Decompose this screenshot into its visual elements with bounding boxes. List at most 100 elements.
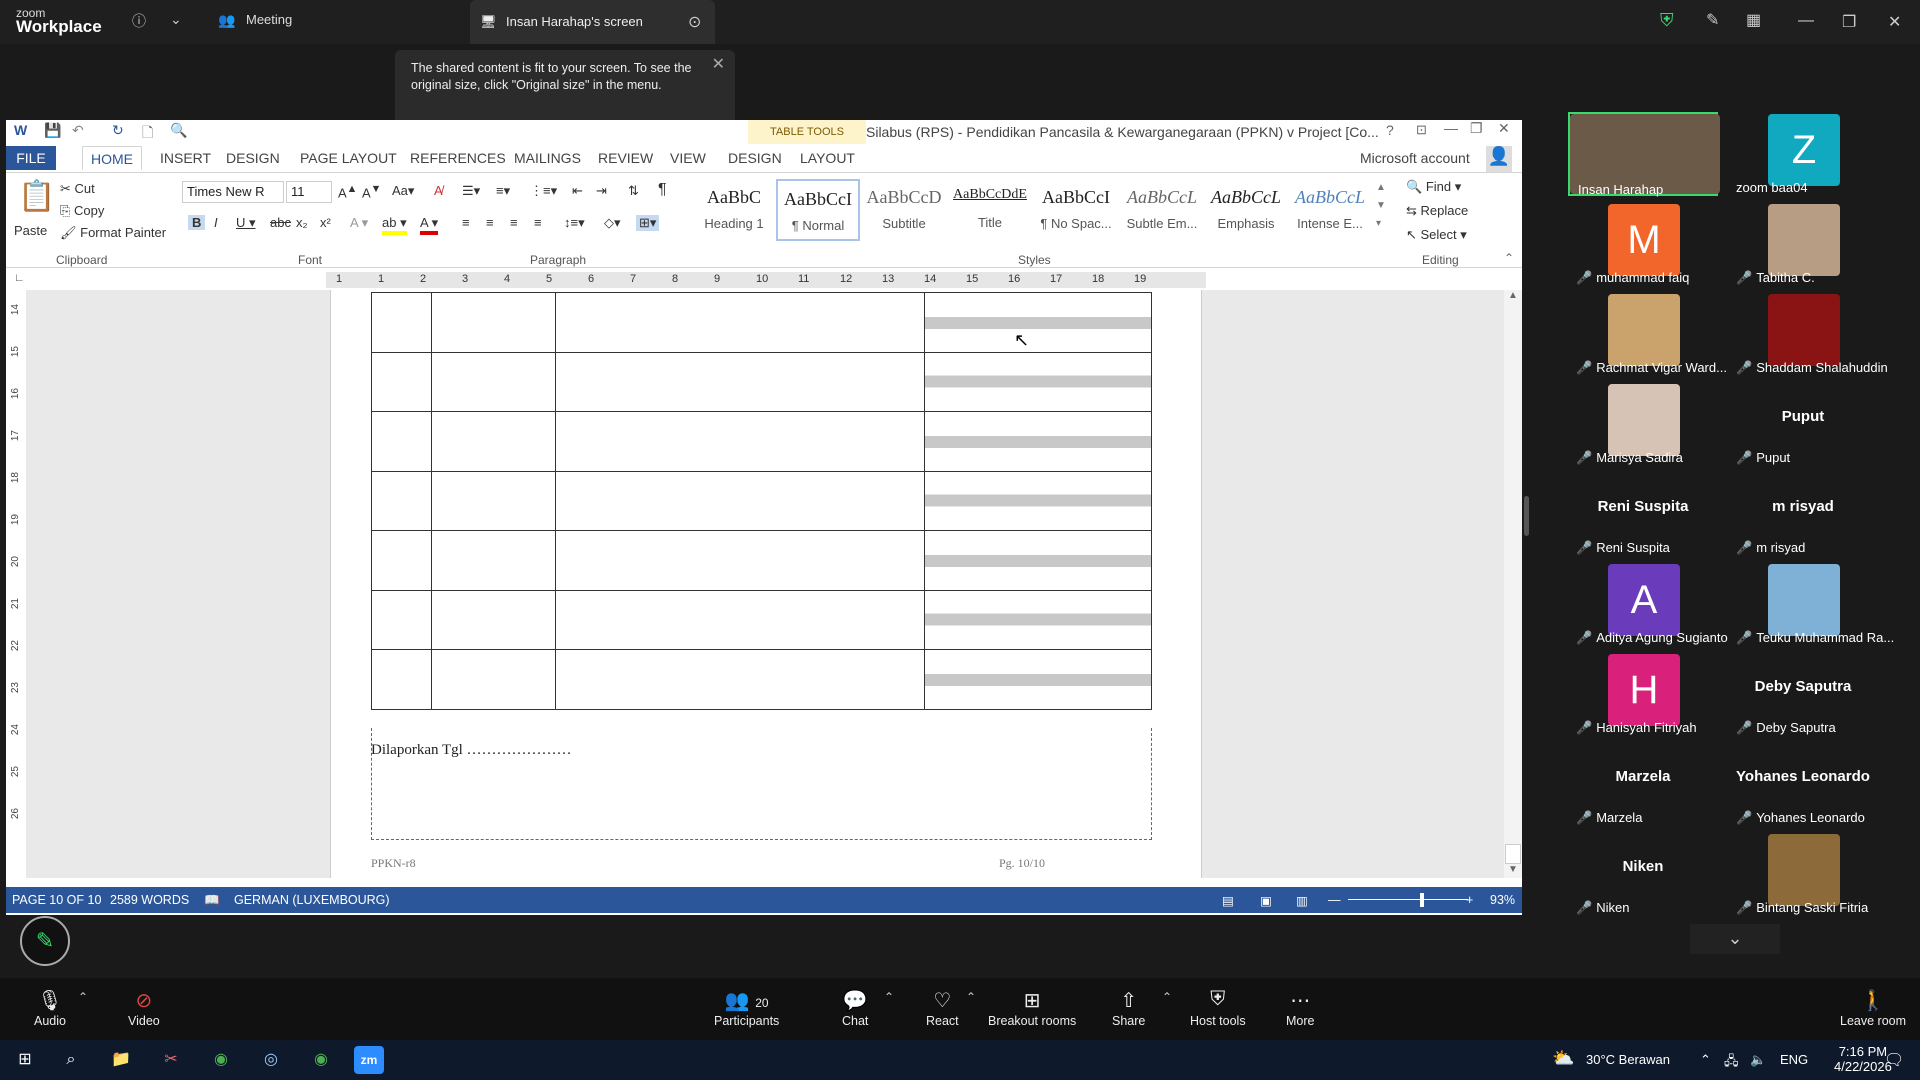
format-painter-button[interactable]: 🖌 Format Painter [60, 225, 166, 241]
volume-icon[interactable]: 🔈 [1750, 1052, 1766, 1068]
search-icon[interactable]: ⌕ [56, 1046, 86, 1074]
table-cell[interactable] [371, 649, 432, 710]
print-preview-icon[interactable]: 🔍 [170, 122, 187, 139]
table-cell[interactable] [554, 530, 926, 591]
file-explorer-icon[interactable]: 📁 [106, 1046, 136, 1074]
participant-tile[interactable]: 🎤 Bintang Saski Fitria [1728, 832, 1878, 916]
table-cell[interactable] [371, 351, 432, 412]
tab-page-layout[interactable]: PAGE LAYOUT [292, 146, 405, 170]
ribbon-display-icon[interactable]: ⊡ [1416, 122, 1427, 138]
word-close-icon[interactable]: ✕ [1498, 120, 1510, 137]
table-cell[interactable] [554, 649, 926, 710]
windows-start-icon[interactable]: ⊞ [10, 1046, 40, 1074]
zoom-app-icon[interactable]: zm [354, 1046, 384, 1074]
tab-review[interactable]: REVIEW [590, 146, 661, 170]
tab-design[interactable]: DESIGN [218, 146, 288, 170]
shrink-font-icon[interactable]: A▼ [362, 183, 381, 200]
tray-overflow-icon[interactable]: ⌃ [1700, 1052, 1711, 1068]
react-button[interactable]: ♡ React [926, 988, 959, 1028]
participant-tile[interactable]: Zzoom baa04 [1728, 112, 1878, 196]
share-button[interactable]: ⇧ Share [1112, 988, 1145, 1028]
chevron-down-icon[interactable]: ⌄ [170, 11, 182, 28]
tab-insert[interactable]: INSERT [152, 146, 219, 170]
justify-icon[interactable]: ≡ [534, 215, 542, 230]
increase-indent-icon[interactable]: ⇥ [596, 183, 607, 199]
participant-tile[interactable]: 🎤 Shaddam Shalahuddin [1728, 292, 1888, 376]
close-icon[interactable]: ✕ [1888, 12, 1901, 32]
participant-tile[interactable]: Marzela 🎤 Marzela [1568, 742, 1718, 826]
notifications-icon[interactable]: 🗨 [1884, 1050, 1904, 1070]
table-cell[interactable] [371, 530, 432, 591]
chat-button[interactable]: 💬 Chat [842, 988, 868, 1028]
table-cell[interactable] [924, 649, 1152, 710]
redo-icon[interactable]: ↻ [112, 122, 124, 139]
read-mode-icon[interactable]: ▤ [1222, 893, 1234, 908]
table-cell[interactable] [924, 351, 1152, 412]
tab-selector-icon[interactable]: ∟ [14, 272, 25, 284]
shading-icon[interactable]: ◇▾ [604, 215, 621, 231]
style-subtitle[interactable]: AaBbCcD Subtitle [862, 179, 946, 241]
gallery-scroll-down-icon[interactable]: ⌄ [1690, 924, 1780, 954]
syllabus-table[interactable] [371, 292, 1152, 710]
align-right-icon[interactable]: ≡ [510, 215, 518, 230]
participant-tile[interactable]: Niken 🎤 Niken [1568, 832, 1718, 916]
table-cell[interactable] [371, 411, 432, 472]
chrome-icon[interactable]: ◉ [206, 1046, 236, 1074]
scroll-thumb[interactable] [1505, 844, 1521, 864]
breakout-rooms-button[interactable]: ⊞ Breakout rooms [988, 988, 1076, 1028]
participants-button[interactable]: 👥 20 Participants [714, 988, 779, 1028]
tab-references[interactable]: REFERENCES [402, 146, 514, 170]
table-cell[interactable] [430, 589, 556, 650]
tab-file[interactable]: FILE [6, 146, 56, 170]
word-minimize-icon[interactable]: — [1444, 120, 1458, 136]
style-normal[interactable]: AaBbCcI ¶ Normal [776, 179, 860, 241]
host-tools-button[interactable]: ⛨ Host tools [1190, 988, 1246, 1028]
paste-icon[interactable]: 📋 [18, 179, 55, 214]
font-color-icon[interactable]: A ▾ [420, 215, 439, 235]
find-button[interactable]: 🔍 Find ▾ [1406, 179, 1461, 195]
table-cell[interactable] [371, 589, 432, 650]
audio-options-icon[interactable]: ⌃ [78, 990, 88, 1004]
table-cell[interactable] [924, 292, 1152, 353]
strikethrough-button[interactable]: abc [270, 215, 291, 230]
horizontal-ruler[interactable]: ∟ 1 1 2 3 4 5 6 7 8 9 10 11 12 13 14 15 16 17 18 19 [6, 270, 1522, 290]
chrome-profile-icon[interactable]: ◉ [306, 1046, 336, 1074]
style-no-spacing[interactable]: AaBbCcI ¶ No Spac... [1034, 179, 1118, 241]
line-spacing-icon[interactable]: ↕≡▾ [564, 215, 585, 231]
screen-share-tab[interactable]: 🖥 Insan Harahap's screen ⊙ [470, 0, 715, 44]
paste-button[interactable]: Paste [14, 223, 47, 238]
table-cell[interactable] [924, 530, 1152, 591]
panel-resize-handle[interactable] [1524, 496, 1529, 536]
table-cell[interactable] [430, 351, 556, 412]
style-intense-emphasis[interactable]: AaBbCcL Intense E... [1288, 179, 1372, 241]
style-heading-1[interactable]: AaBbC Heading 1 [692, 179, 776, 241]
multilevel-list-icon[interactable]: ⋮≡▾ [530, 183, 557, 199]
chat-options-icon[interactable]: ⌃ [884, 990, 894, 1004]
minimize-icon[interactable]: — [1798, 12, 1814, 30]
table-cell[interactable] [430, 530, 556, 591]
zoom-slider-thumb[interactable] [1420, 893, 1424, 907]
text-effects-icon[interactable]: A ▾ [350, 215, 368, 231]
zoom-out-icon[interactable]: — [1328, 893, 1341, 907]
weather-text[interactable]: 30°C Berawan [1586, 1052, 1670, 1067]
input-language[interactable]: ENG [1780, 1052, 1808, 1067]
borders-icon[interactable]: ⊞▾ [636, 215, 660, 231]
tab-table-design[interactable]: DESIGN [720, 146, 790, 170]
participant-tile[interactable]: 🎤 Tabitha C. [1728, 202, 1878, 286]
undo-icon[interactable]: ↶ [72, 122, 84, 139]
align-left-icon[interactable]: ≡ [462, 215, 470, 230]
table-cell[interactable] [924, 589, 1152, 650]
help-icon[interactable]: ? [1386, 122, 1394, 138]
zoom-in-icon[interactable]: + [1466, 893, 1473, 907]
react-options-icon[interactable]: ⌃ [966, 990, 976, 1004]
superscript-button[interactable]: x² [320, 215, 331, 230]
select-button[interactable]: ↖ Select ▾ [1406, 227, 1467, 243]
more-options-icon[interactable]: ⊙ [688, 12, 701, 32]
participant-tile[interactable]: M 🎤 muhammad faiq [1568, 202, 1718, 286]
copy-button[interactable]: ⎘ Copy [60, 203, 104, 219]
share-options-icon[interactable]: ⌃ [1162, 990, 1172, 1004]
table-cell[interactable] [554, 411, 926, 472]
tab-view[interactable]: VIEW [662, 146, 714, 170]
table-cell[interactable] [430, 292, 556, 353]
table-cell[interactable] [924, 411, 1152, 472]
